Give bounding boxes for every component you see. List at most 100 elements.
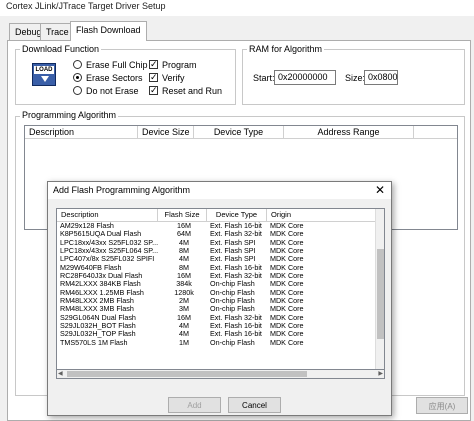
add-button[interactable]: Add [168, 397, 221, 413]
cell-origin: MDK Core [270, 330, 304, 339]
ram-start-input[interactable]: 0x20000000 [274, 70, 336, 85]
flash-algorithm-rows: AM29x128 Flash 16M Ext. Flash 16-bit MDK Co… [57, 222, 377, 347]
column-device-type[interactable]: Device Type [194, 126, 284, 138]
cell-origin: MDK Core [270, 288, 304, 297]
apply-button[interactable]: 应用(A) [416, 397, 468, 414]
cell-description: AM29x128 Flash [60, 222, 114, 230]
cell-device-type: Ext. Flash 32-bit [210, 272, 262, 281]
cell-flash-size: 4M [179, 322, 189, 331]
cell-device-type: On-chip Flash [210, 338, 255, 347]
cell-flash-size: 16M [177, 272, 191, 281]
download-function-title: Download Function [20, 44, 102, 54]
ram-title: RAM for Algorithm [247, 44, 325, 54]
table-row[interactable]: TMS570LS 1M Flash 1M On-chip Flash MDK Core [57, 339, 377, 347]
checkbox-program[interactable]: ✓ Program [149, 58, 197, 71]
table-row[interactable]: S29JL032H_TOP Flash 4M Ext. Flash 16-bit MD… [57, 330, 377, 338]
ram-size-label: Size: [345, 73, 366, 83]
cell-flash-size: 64M [177, 230, 191, 239]
horizontal-scrollbar[interactable]: ◀ ▶ [56, 370, 385, 379]
cell-flash-size: 4M [179, 330, 189, 339]
checkbox-verify[interactable]: ✓ Verify [149, 71, 185, 84]
table-row[interactable]: RM48LXXX 3MB Flash 3M On-chip Flash MDK Cor… [57, 305, 377, 313]
column-device-size[interactable]: Device Size [138, 126, 194, 138]
column-description[interactable]: Description [25, 126, 138, 138]
table-row[interactable]: S29GL064N Dual Flash 16M Ext. Flash 32-bit… [57, 314, 377, 322]
cell-device-type: Ext. Flash SPI [210, 247, 256, 256]
cell-description: S29GL064N Dual Flash [60, 313, 136, 322]
cell-description: LPC18xx/43xx S25FL064 SP... [60, 247, 158, 256]
table-row[interactable]: LPC18xx/43xx S25FL064 SP... 8M Ext. Flash … [57, 247, 377, 255]
cell-device-type: Ext. Flash 16-bit [210, 330, 262, 339]
scroll-thumb[interactable] [67, 371, 307, 377]
table-row[interactable]: S29JL032H_BOT Flash 4M Ext. Flash 16-bit MD… [57, 322, 377, 330]
column-description[interactable]: Description [57, 209, 158, 221]
checkmark-icon: ✓ [149, 72, 158, 82]
cell-description: RC28F640J3x Dual Flash [60, 272, 143, 281]
load-icon: LOAD [32, 63, 56, 86]
flash-algorithm-list-header: Description Flash Size Device Type Origi… [57, 209, 384, 222]
column-device-type[interactable]: Device Type [207, 209, 267, 221]
cell-origin: MDK Core [270, 247, 304, 256]
table-row[interactable]: M29W640FB Flash 8M Ext. Flash 16-bit MDK Co… [57, 264, 377, 272]
cell-device-type: Ext. Flash 16-bit [210, 222, 262, 230]
cell-device-type: On-chip Flash [210, 288, 255, 297]
table-row[interactable]: RM48LXXX 2MB Flash 2M On-chip Flash MDK Cor… [57, 297, 377, 305]
tab-flash-download[interactable]: Flash Download [70, 21, 147, 41]
radio-erase-sectors[interactable]: Erase Sectors [73, 71, 143, 84]
scroll-left-icon[interactable]: ◀ [58, 370, 63, 378]
cell-description: RM42LXXX 384KB Flash [60, 280, 141, 289]
radio-do-not-erase[interactable]: Do not Erase [73, 84, 139, 97]
cell-device-type: Ext. Flash SPI [210, 238, 256, 247]
cell-description: LPC407x/8x S25FL032 SPIFI [60, 255, 155, 264]
column-origin[interactable]: Origin [267, 209, 376, 221]
table-row[interactable]: RC28F640J3x Dual Flash 16M Ext. Flash 32-b… [57, 272, 377, 280]
table-row[interactable]: RM42LXXX 384KB Flash 384k On-chip Flash MDK… [57, 280, 377, 288]
table-row[interactable]: AM29x128 Flash 16M Ext. Flash 16-bit MDK Co… [57, 222, 377, 230]
column-address-range[interactable]: Address Range [284, 126, 414, 138]
table-row[interactable]: LPC18xx/43xx S25FL032 SP... 4M Ext. Flash … [57, 239, 377, 247]
cell-origin: MDK Core [270, 238, 304, 247]
vertical-scrollbar[interactable] [375, 209, 384, 369]
cell-flash-size: 384k [176, 280, 192, 289]
flash-algorithm-list[interactable]: Description Flash Size Device Type Origi… [56, 208, 385, 370]
cell-description: S29JL032H_TOP Flash [60, 330, 136, 339]
cell-flash-size: 4M [179, 238, 189, 247]
column-flash-size[interactable]: Flash Size [158, 209, 207, 221]
algorithm-list-header: Description Device Size Device Type Addr… [25, 126, 457, 139]
cell-flash-size: 16M [177, 222, 191, 230]
cell-description: K8P5615UQA Dual Flash [60, 230, 142, 239]
dialog-title: Add Flash Programming Algorithm [53, 185, 191, 195]
cell-flash-size: 16M [177, 313, 191, 322]
cell-description: S29JL032H_BOT Flash [60, 322, 136, 331]
scroll-thumb[interactable] [377, 249, 384, 339]
cell-origin: MDK Core [270, 322, 304, 331]
cancel-button[interactable]: Cancel [228, 397, 281, 413]
cell-origin: MDK Core [270, 255, 304, 264]
cell-flash-size: 4M [179, 255, 189, 264]
cell-origin: MDK Core [270, 222, 304, 230]
scroll-right-icon[interactable]: ▶ [378, 370, 383, 378]
cell-device-type: On-chip Flash [210, 297, 255, 306]
table-row[interactable]: LPC407x/8x S25FL032 SPIFI 4M Ext. Flash SP… [57, 255, 377, 263]
close-icon[interactable]: ✕ [375, 183, 385, 197]
cell-description: RM48LXXX 3MB Flash [60, 305, 134, 314]
table-row[interactable]: K8P5615UQA Dual Flash 64M Ext. Flash 32-bi… [57, 230, 377, 238]
cell-description: M29W640FB Flash [60, 263, 122, 272]
cell-device-type: Ext. Flash 32-bit [210, 313, 262, 322]
radio-erase-full-chip[interactable]: Erase Full Chip [73, 58, 148, 71]
radio-off-icon [73, 60, 82, 69]
radio-on-icon [73, 73, 82, 82]
table-row[interactable]: RM46LXXX 1.25MB Flash 1280k On-chip Flash M… [57, 289, 377, 297]
cell-description: TMS570LS 1M Flash [60, 338, 128, 347]
cell-origin: MDK Core [270, 313, 304, 322]
cell-description: RM46LXXX 1.25MB Flash [60, 288, 144, 297]
cell-origin: MDK Core [270, 338, 304, 347]
radio-off-icon [73, 86, 82, 95]
cell-device-type: On-chip Flash [210, 280, 255, 289]
ram-size-input[interactable]: 0x0800 [364, 70, 398, 85]
checkbox-reset-and-run[interactable]: ✓ Reset and Run [149, 84, 222, 97]
cell-device-type: Ext. Flash 32-bit [210, 230, 262, 239]
cell-flash-size: 8M [179, 263, 189, 272]
ram-start-label: Start: [253, 73, 275, 83]
cell-flash-size: 1280k [174, 288, 194, 297]
